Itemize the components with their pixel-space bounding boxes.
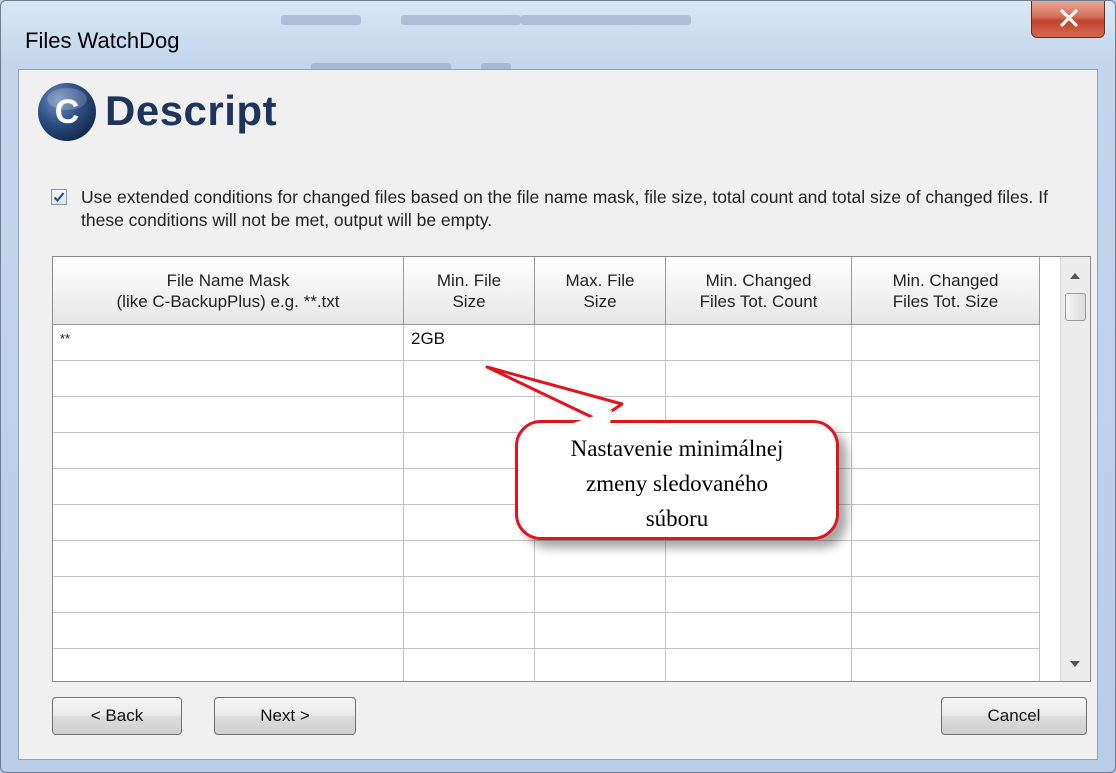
callout-line: súboru <box>645 506 709 531</box>
callout-line: zmeny sledovaného <box>585 471 769 496</box>
table-cell[interactable] <box>535 613 666 649</box>
annotation-callout: Nastavenie minimálnej zmeny sledovaného … <box>515 420 839 540</box>
table-cell[interactable] <box>535 361 666 397</box>
callout-line: Nastavenie minimálnej <box>570 436 784 461</box>
table-cell[interactable] <box>404 613 535 649</box>
table-cell[interactable] <box>852 361 1040 397</box>
column-header-line: Min. Changed <box>892 270 999 290</box>
table-row[interactable] <box>53 649 1040 681</box>
descript-logo-icon: C <box>38 83 96 141</box>
table-cell[interactable] <box>852 577 1040 613</box>
table-cell[interactable] <box>404 649 535 681</box>
column-header-line: Files Tot. Count <box>699 291 818 311</box>
table-cell[interactable] <box>404 361 535 397</box>
column-header[interactable]: Min. File Size <box>404 257 535 325</box>
table-cell[interactable] <box>404 541 535 577</box>
table-row[interactable]: ** 2GB <box>53 325 1040 361</box>
table-cell[interactable]: 2GB <box>404 325 535 361</box>
table-cell[interactable] <box>535 649 666 681</box>
wizard-window: Files WatchDog C Descript Use extended c… <box>0 0 1116 773</box>
table-cell[interactable] <box>666 613 852 649</box>
table-cell[interactable] <box>53 577 404 613</box>
table-cell[interactable] <box>666 541 852 577</box>
table-cell[interactable] <box>53 433 404 469</box>
column-header-line: Max. File <box>565 270 635 290</box>
checkmark-icon <box>53 192 65 203</box>
table-cell[interactable] <box>852 649 1040 681</box>
extended-conditions-checkbox[interactable] <box>51 189 67 205</box>
table-row[interactable] <box>53 577 1040 613</box>
table-cell[interactable] <box>852 469 1040 505</box>
close-icon <box>1060 9 1078 27</box>
column-header-line: Size <box>452 291 486 311</box>
table-cell[interactable] <box>53 361 404 397</box>
wizard-page: C Descript Use extended conditions for c… <box>18 69 1098 760</box>
table-cell[interactable] <box>666 577 852 613</box>
table-cell[interactable] <box>852 613 1040 649</box>
cancel-button[interactable]: Cancel <box>941 697 1087 735</box>
table-row[interactable] <box>53 613 1040 649</box>
logo-text: Descript <box>105 87 278 134</box>
table-row[interactable] <box>53 361 1040 397</box>
grid-header: File Name Mask (like C-BackupPlus) e.g. *… <box>53 257 1040 325</box>
table-cell[interactable] <box>404 397 535 433</box>
close-button[interactable] <box>1031 1 1105 38</box>
table-cell[interactable] <box>852 505 1040 541</box>
table-cell[interactable] <box>535 325 666 361</box>
table-cell[interactable]: ** <box>53 325 404 361</box>
scroll-up-arrow-icon[interactable] <box>1070 273 1080 279</box>
grid-vertical-scrollbar[interactable] <box>1060 257 1090 681</box>
table-cell[interactable] <box>53 469 404 505</box>
logo-letter: C <box>55 93 80 131</box>
extended-conditions-label[interactable]: Use extended conditions for changed file… <box>81 186 1081 232</box>
next-button[interactable]: Next > <box>214 697 356 735</box>
column-header[interactable]: Min. Changed Files Tot. Size <box>852 257 1040 325</box>
column-header[interactable]: Max. File Size <box>535 257 666 325</box>
table-cell[interactable] <box>666 325 852 361</box>
table-cell[interactable] <box>852 397 1040 433</box>
table-cell[interactable] <box>852 325 1040 361</box>
column-header-line: Min. Changed <box>705 270 812 290</box>
background-blur <box>401 15 521 25</box>
table-cell[interactable] <box>404 577 535 613</box>
table-cell[interactable] <box>535 541 666 577</box>
scrollbar-thumb[interactable] <box>1065 293 1086 321</box>
column-header-line: Files Tot. Size <box>892 291 999 311</box>
column-header-line: (like C-BackupPlus) e.g. **.txt <box>116 291 340 311</box>
table-cell[interactable] <box>53 505 404 541</box>
scroll-down-arrow-icon[interactable] <box>1070 661 1080 667</box>
table-cell[interactable] <box>535 577 666 613</box>
window-title: Files WatchDog <box>25 28 180 53</box>
column-header-line: Size <box>583 291 617 311</box>
table-cell[interactable] <box>53 397 404 433</box>
table-cell[interactable] <box>666 361 852 397</box>
column-header[interactable]: File Name Mask (like C-BackupPlus) e.g. *… <box>53 257 404 325</box>
column-header[interactable]: Min. Changed Files Tot. Count <box>666 257 852 325</box>
table-cell[interactable] <box>852 541 1040 577</box>
table-cell[interactable] <box>666 649 852 681</box>
column-header-line: File Name Mask <box>166 270 290 290</box>
table-cell[interactable] <box>53 649 404 681</box>
column-header-line: Min. File <box>436 270 502 290</box>
table-row[interactable] <box>53 541 1040 577</box>
table-cell[interactable] <box>53 541 404 577</box>
table-cell[interactable] <box>852 433 1040 469</box>
back-button[interactable]: < Back <box>52 697 182 735</box>
background-blur <box>281 15 361 25</box>
background-blur <box>521 15 691 25</box>
table-cell[interactable] <box>53 613 404 649</box>
